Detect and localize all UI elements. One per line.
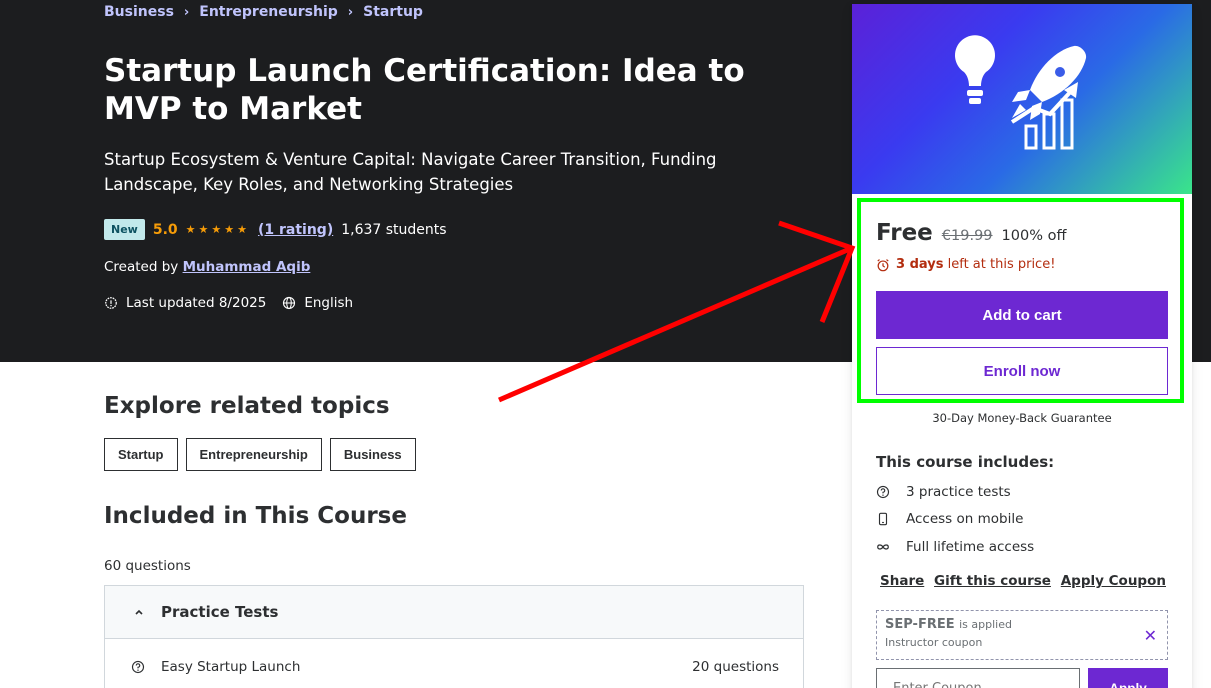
- startup-rocket-icon: [955, 35, 1087, 150]
- question-circle-icon: [876, 485, 890, 499]
- created-by-label: Created by: [104, 259, 179, 275]
- card-links: Share Gift this course Apply Coupon: [880, 573, 1166, 589]
- apply-coupon-button[interactable]: Apply: [1088, 668, 1168, 688]
- original-price: €19.99: [941, 228, 993, 244]
- coupon-code: SEP-FREE: [885, 617, 955, 632]
- coupon-type: Instructor coupon: [885, 636, 983, 649]
- alarm-clock-icon: [877, 258, 889, 271]
- include-label: 3 practice tests: [906, 484, 1011, 500]
- chevron-right-icon: ›: [347, 4, 354, 20]
- rating-score: 5.0: [152, 221, 178, 238]
- include-item-mobile: Access on mobile: [876, 511, 1023, 527]
- include-item-lifetime: Full lifetime access: [876, 539, 1034, 555]
- course-meta: Last updated 8/2025 English: [104, 295, 353, 311]
- enroll-now-button[interactable]: Enroll now: [876, 347, 1168, 395]
- course-preview-image[interactable]: [852, 4, 1192, 194]
- current-price: Free: [876, 220, 933, 246]
- includes-heading: This course includes:: [876, 453, 1055, 471]
- course-subtitle: Startup Ecosystem & Venture Capital: Nav…: [104, 150, 717, 194]
- include-label: Full lifetime access: [906, 539, 1035, 555]
- chevron-right-icon: ›: [183, 4, 190, 20]
- instructor-link[interactable]: Muhammad Aqib: [183, 259, 311, 275]
- topic-business[interactable]: Business: [329, 438, 416, 471]
- topic-startup[interactable]: Startup: [104, 438, 178, 471]
- breadcrumb-business[interactable]: Business: [104, 4, 174, 20]
- question-count: 60 questions: [104, 558, 191, 574]
- created-by: Created by Muhammad Aqib: [104, 259, 310, 275]
- student-count: 1,637 students: [341, 221, 447, 238]
- related-topics-heading: Explore related topics: [104, 393, 390, 419]
- gift-course-link[interactable]: Gift this course: [934, 573, 1051, 589]
- coupon-applied-text: is applied: [959, 618, 1012, 631]
- mobile-icon: [878, 512, 888, 526]
- include-label: Access on mobile: [906, 511, 1024, 527]
- breadcrumb-startup[interactable]: Startup: [363, 4, 423, 20]
- breadcrumb: Business › Entrepreneurship › Startup: [104, 4, 423, 20]
- star-rating-icon: ★★★★★: [185, 223, 250, 236]
- globe-icon: [283, 296, 296, 310]
- rating-count-link[interactable]: (1 rating): [258, 222, 333, 238]
- practice-tests-accordion: Practice Tests Easy Startup Launch 20 qu…: [104, 585, 804, 688]
- coupon-input[interactable]: [876, 668, 1080, 688]
- add-to-cart-button[interactable]: Add to cart: [876, 291, 1168, 339]
- included-heading: Included in This Course: [104, 503, 407, 529]
- alert-badge-icon: [105, 297, 117, 309]
- chevron-up-icon: [135, 609, 143, 615]
- question-circle-icon: [131, 660, 145, 674]
- share-link[interactable]: Share: [880, 573, 924, 589]
- breadcrumb-entrepreneurship[interactable]: Entrepreneurship: [199, 4, 338, 20]
- list-item[interactable]: Easy Startup Launch 20 questions: [105, 639, 803, 688]
- accordion-header[interactable]: Practice Tests: [105, 586, 803, 639]
- price-timer: 3 days left at this price!: [876, 257, 1055, 272]
- topic-entrepreneurship[interactable]: Entrepreneurship: [185, 438, 322, 471]
- accordion-title: Practice Tests: [161, 603, 279, 621]
- purchase-card: Free €19.99 100% off 3 days left at this…: [852, 4, 1192, 688]
- timer-days: 3 days: [896, 257, 944, 272]
- last-updated: Last updated 8/2025: [126, 295, 267, 311]
- infinity-icon: [877, 544, 889, 550]
- discount-percent: 100% off: [1001, 228, 1067, 244]
- new-badge: New: [104, 219, 145, 240]
- related-topics: Startup Entrepreneurship Business: [104, 438, 416, 471]
- course-language: English: [304, 295, 354, 311]
- money-back-guarantee: 30-Day Money-Back Guarantee: [932, 411, 1112, 425]
- course-title: Startup Launch Certification: Idea to MV…: [104, 53, 745, 127]
- price-row: Free €19.99 100% off: [876, 220, 1066, 246]
- rating-row: New 5.0 ★★★★★ (1 rating) 1,637 students: [104, 219, 447, 240]
- close-icon[interactable]: ✕: [1144, 626, 1157, 645]
- timer-text: left at this price!: [947, 257, 1056, 272]
- applied-coupon: SEP-FREE is applied Instructor coupon ✕: [876, 610, 1168, 660]
- include-item-practice-tests: 3 practice tests: [876, 484, 1011, 500]
- test-title: Easy Startup Launch: [161, 659, 301, 675]
- apply-coupon-link[interactable]: Apply Coupon: [1061, 573, 1166, 589]
- test-question-count: 20 questions: [692, 659, 779, 675]
